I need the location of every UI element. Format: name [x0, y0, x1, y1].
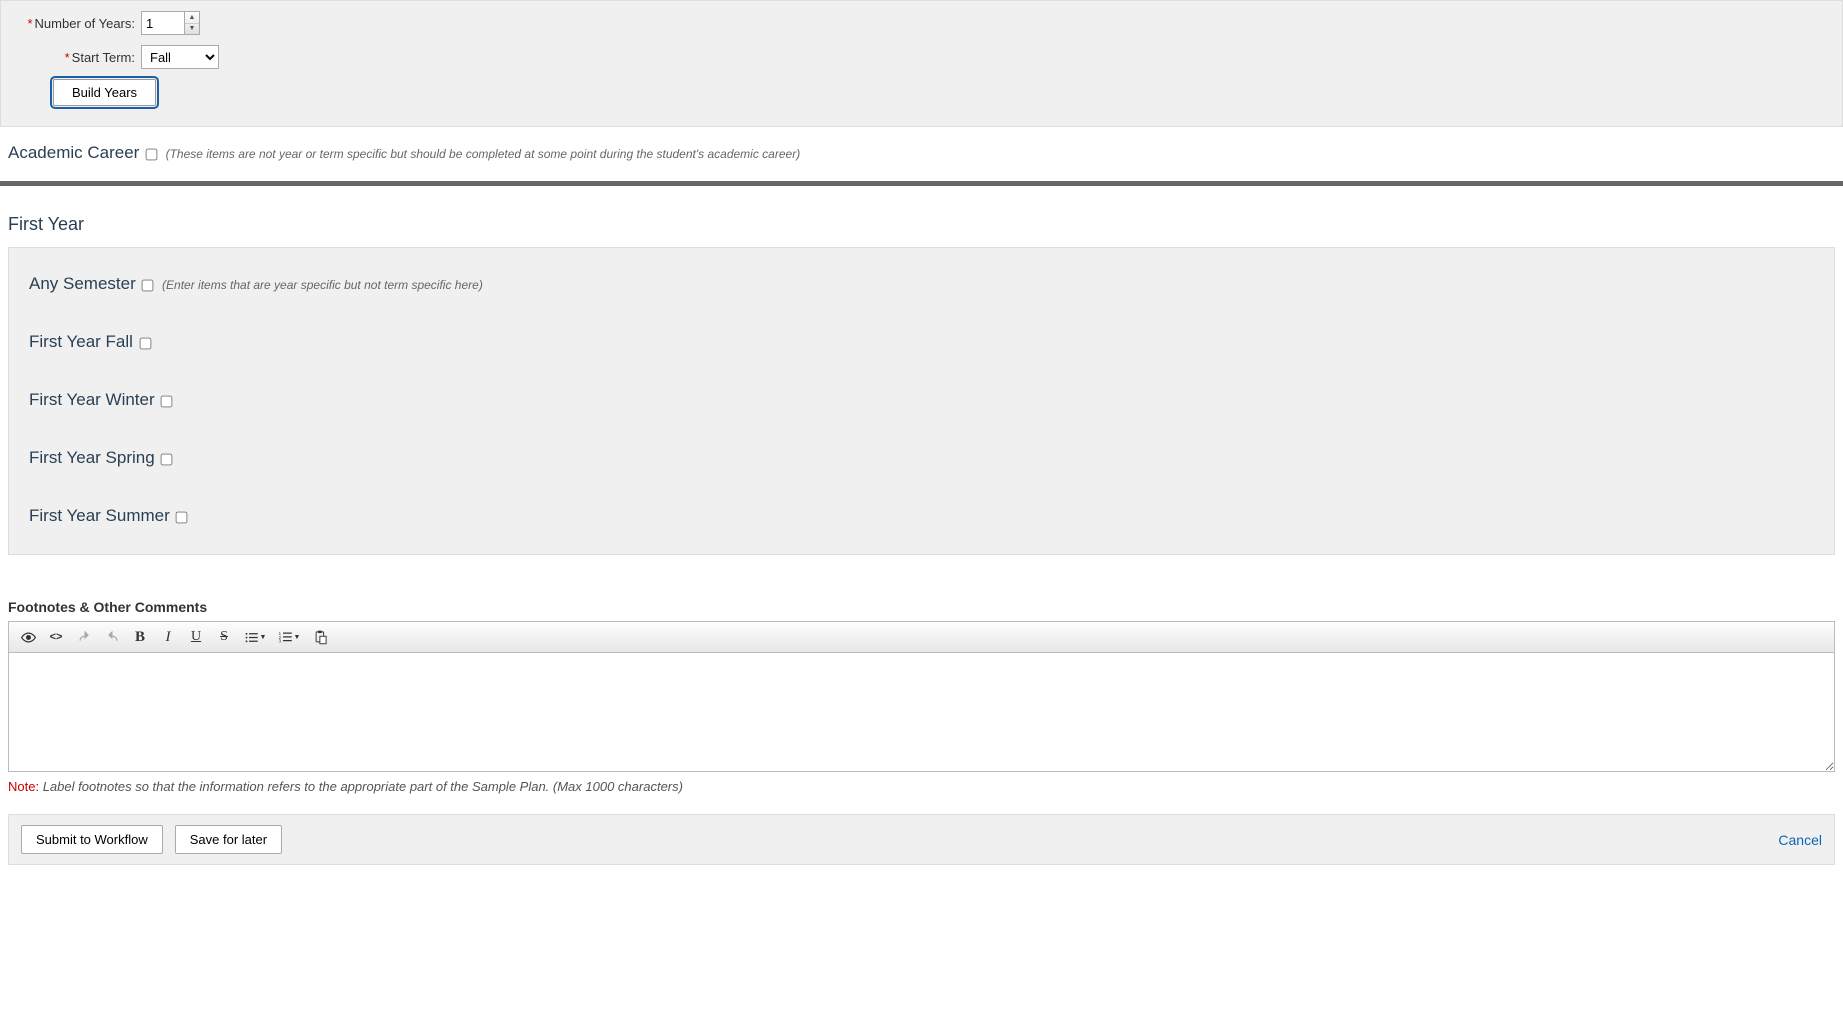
action-bar: Submit to Workflow Save for later Cancel — [8, 814, 1835, 865]
svg-text:3: 3 — [278, 638, 281, 643]
term-title: First Year Fall — [29, 332, 133, 351]
term-row-fall: First Year Fall — [19, 318, 1824, 376]
term-row-summer: First Year Summer — [19, 492, 1824, 530]
year-panel: Any Semester (Enter items that are year … — [8, 247, 1835, 555]
num-years-input[interactable] — [141, 11, 185, 35]
source-icon[interactable]: <> — [43, 626, 69, 648]
term-row-winter: First Year Winter — [19, 376, 1824, 434]
paste-icon[interactable] — [307, 626, 333, 648]
preview-icon[interactable] — [15, 626, 41, 648]
build-years-panel: *Number of Years: ▲ ▼ *Start Term: Fall … — [0, 0, 1843, 127]
note-text: Label footnotes so that the information … — [43, 779, 683, 794]
note-row: Note: Label footnotes so that the inform… — [0, 775, 1843, 814]
strike-icon[interactable]: S — [211, 626, 237, 648]
term-fall-checkbox[interactable] — [139, 338, 151, 350]
year-header: First Year — [0, 186, 1843, 247]
term-title: First Year Spring — [29, 448, 155, 467]
number-list-icon[interactable]: 123 ▼ — [273, 626, 305, 648]
spinner-down-icon[interactable]: ▼ — [185, 24, 199, 35]
required-star-icon: * — [65, 50, 70, 65]
required-star-icon: * — [27, 16, 32, 31]
academic-career-checkbox[interactable] — [146, 149, 158, 161]
term-title: First Year Summer — [29, 506, 170, 525]
cancel-link[interactable]: Cancel — [1778, 832, 1822, 848]
term-spring-checkbox[interactable] — [161, 454, 173, 466]
academic-career-title: Academic Career — [8, 143, 139, 162]
num-years-row: *Number of Years: ▲ ▼ — [11, 11, 1832, 35]
footnotes-editor[interactable] — [8, 652, 1835, 772]
footnotes-section: Footnotes & Other Comments <> B I U S ▼ … — [0, 555, 1843, 775]
num-years-label-text: Number of Years: — [35, 16, 135, 31]
start-term-row: *Start Term: Fall — [11, 45, 1832, 69]
any-semester-hint: (Enter items that are year specific but … — [162, 278, 483, 292]
academic-career-section: Academic Career (These items are not yea… — [0, 129, 1843, 173]
num-years-spinner: ▲ ▼ — [185, 11, 200, 35]
num-years-label: *Number of Years: — [11, 16, 141, 31]
build-years-row: Build Years — [11, 79, 1832, 106]
start-term-label: *Start Term: — [11, 50, 141, 65]
save-later-button[interactable]: Save for later — [175, 825, 282, 854]
start-term-select[interactable]: Fall — [141, 45, 219, 69]
undo-icon[interactable] — [71, 626, 97, 648]
academic-career-hint: (These items are not year or term specif… — [166, 147, 801, 161]
start-term-label-text: Start Term: — [72, 50, 135, 65]
footnotes-label: Footnotes & Other Comments — [8, 599, 1835, 615]
italic-icon[interactable]: I — [155, 626, 181, 648]
note-label: Note: — [8, 779, 39, 794]
bold-icon[interactable]: B — [127, 626, 153, 648]
spinner-up-icon[interactable]: ▲ — [185, 12, 199, 24]
build-years-button[interactable]: Build Years — [53, 79, 156, 106]
term-title: First Year Winter — [29, 390, 155, 409]
any-semester-row: Any Semester (Enter items that are year … — [19, 260, 1824, 318]
any-semester-checkbox[interactable] — [142, 280, 154, 292]
term-summer-checkbox[interactable] — [176, 512, 188, 524]
any-semester-title: Any Semester — [29, 274, 136, 293]
redo-icon[interactable] — [99, 626, 125, 648]
term-winter-checkbox[interactable] — [161, 396, 173, 408]
submit-workflow-button[interactable]: Submit to Workflow — [21, 825, 163, 854]
underline-icon[interactable]: U — [183, 626, 209, 648]
term-row-spring: First Year Spring — [19, 434, 1824, 492]
editor-toolbar: <> B I U S ▼ 123 ▼ — [8, 621, 1835, 652]
bullet-list-icon[interactable]: ▼ — [239, 626, 271, 648]
